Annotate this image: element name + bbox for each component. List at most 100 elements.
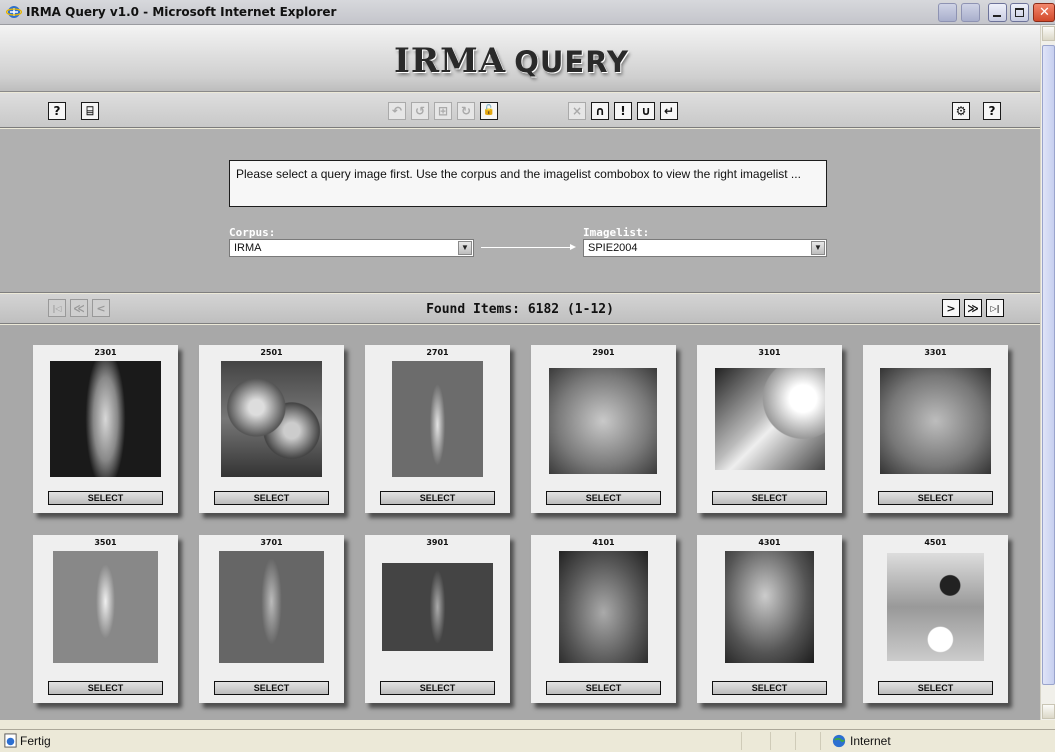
image-card: 3501 SELECT [33,535,178,703]
image-id: 2701 [426,348,449,357]
image-card: 4501 SELECT [863,535,1008,703]
image-id: 4101 [592,538,615,547]
internet-explorer-icon [6,6,22,18]
corpus-label: Corpus: [229,226,276,239]
undo-button[interactable]: ↺ [411,102,429,120]
scroll-down-button[interactable] [1042,704,1055,719]
image-card: 2701 SELECT [365,345,510,513]
clear-button[interactable]: × [568,102,586,120]
select-button[interactable]: SELECT [380,491,495,505]
select-button[interactable]: SELECT [546,491,661,505]
status-text: Fertig [20,734,51,748]
enter-icon: ↵ [663,104,675,118]
close-icon: ✕ [1039,5,1050,20]
select-button[interactable]: SELECT [214,681,329,695]
open-button[interactable]: ⌸ [81,102,99,120]
not-button[interactable]: ! [614,102,632,120]
help-pointer-button[interactable]: ? [48,102,66,120]
select-button[interactable]: SELECT [48,681,163,695]
settings-button[interactable]: ⚙ [952,102,970,120]
last-page-icon: ▷| [990,303,1000,313]
not-icon: ! [620,104,626,118]
image-card: 4301 SELECT [697,535,842,703]
xray-thumbnail[interactable] [559,551,648,663]
select-button[interactable]: SELECT [878,491,993,505]
scroll-up-button[interactable] [1042,26,1055,41]
close-button[interactable]: ✕ [1033,3,1055,22]
intersection-button[interactable]: ∩ [591,102,609,120]
irma-banner: IRMA QUERY [0,25,1040,92]
image-id: 3101 [758,348,781,357]
scroll-thumb[interactable] [1042,45,1055,685]
union-icon: ∪ [641,104,651,118]
help-arrow-icon: ? [53,104,61,118]
next-block-button[interactable]: ≫ [964,299,982,317]
status-divider [770,732,771,750]
redo-button[interactable]: ↻ [457,102,475,120]
help-button[interactable]: ? [983,102,1001,120]
xray-thumbnail[interactable] [53,551,158,663]
xray-thumbnail[interactable] [880,368,991,474]
clear-icon: × [571,104,583,118]
minimize-button[interactable] [988,3,1007,22]
maximize-button[interactable] [1010,3,1029,22]
image-id: 2301 [94,348,117,357]
last-page-button[interactable]: ▷| [986,299,1004,317]
image-id: 3301 [924,348,947,357]
select-button[interactable]: SELECT [48,491,163,505]
results-grid: 2301 SELECT 2501 SELECT 2701 SELECT 2901… [0,325,1040,720]
window-titlebar: IRMA Query v1.0 - Microsoft Internet Exp… [0,0,1055,25]
xray-thumbnail[interactable] [219,551,324,663]
page-icon [4,733,17,748]
undo-all-button[interactable]: ↶ [388,102,406,120]
back-window-button[interactable] [938,3,957,22]
xray-thumbnail[interactable] [715,368,825,470]
arrow-connector [481,244,576,250]
xray-thumbnail[interactable] [221,361,322,477]
redo-icon: ↻ [460,104,472,118]
vertical-scrollbar[interactable] [1040,25,1055,720]
open-folder-icon: ⌸ [86,104,94,118]
enter-button[interactable]: ↵ [660,102,678,120]
image-card: 3701 SELECT [199,535,344,703]
xray-thumbnail[interactable] [549,368,657,474]
settings-icon: ⚙ [955,104,967,118]
next-page-button[interactable]: > [942,299,960,317]
xray-thumbnail[interactable] [382,563,493,651]
chevron-down-icon[interactable]: ▼ [458,241,472,255]
grid-button[interactable]: ⊞ [434,102,452,120]
union-button[interactable]: ∪ [637,102,655,120]
image-card: 2301 SELECT [33,345,178,513]
menu-window-button[interactable] [961,3,980,22]
unlock-button[interactable]: 🔓 [480,102,498,120]
status-bar: Fertig Internet [0,729,1055,752]
xray-thumbnail[interactable] [50,361,161,477]
xray-thumbnail[interactable] [887,553,984,661]
select-button[interactable]: SELECT [546,681,661,695]
select-button[interactable]: SELECT [214,491,329,505]
select-button[interactable]: SELECT [712,491,827,505]
globe-icon [832,734,846,748]
select-button[interactable]: SELECT [712,681,827,695]
image-card: 3301 SELECT [863,345,1008,513]
select-button[interactable]: SELECT [878,681,993,695]
unlock-icon: 🔓 [482,105,496,116]
corpus-select[interactable]: IRMA ▼ [229,239,474,257]
corpus-value: IRMA [234,242,262,254]
logo-query: QUERY [514,45,629,79]
grid-icon: ⊞ [437,104,449,118]
image-id: 3901 [426,538,449,547]
xray-thumbnail[interactable] [725,551,814,663]
security-zone: Internet [850,734,891,748]
select-button[interactable]: SELECT [380,681,495,695]
image-id: 2901 [592,348,615,357]
imagelist-select[interactable]: SPIE2004 ▼ [583,239,827,257]
logo-irma: IRMA [394,41,507,81]
chevron-down-icon[interactable]: ▼ [811,241,825,255]
maximize-icon [1015,8,1024,17]
window-title: IRMA Query v1.0 - Microsoft Internet Exp… [26,5,337,19]
found-items-count: Found Items: 6182 (1-12) [426,302,614,317]
query-message: Please select a query image first. Use t… [229,160,827,207]
image-card: 3101 SELECT [697,345,842,513]
xray-thumbnail[interactable] [392,361,483,477]
